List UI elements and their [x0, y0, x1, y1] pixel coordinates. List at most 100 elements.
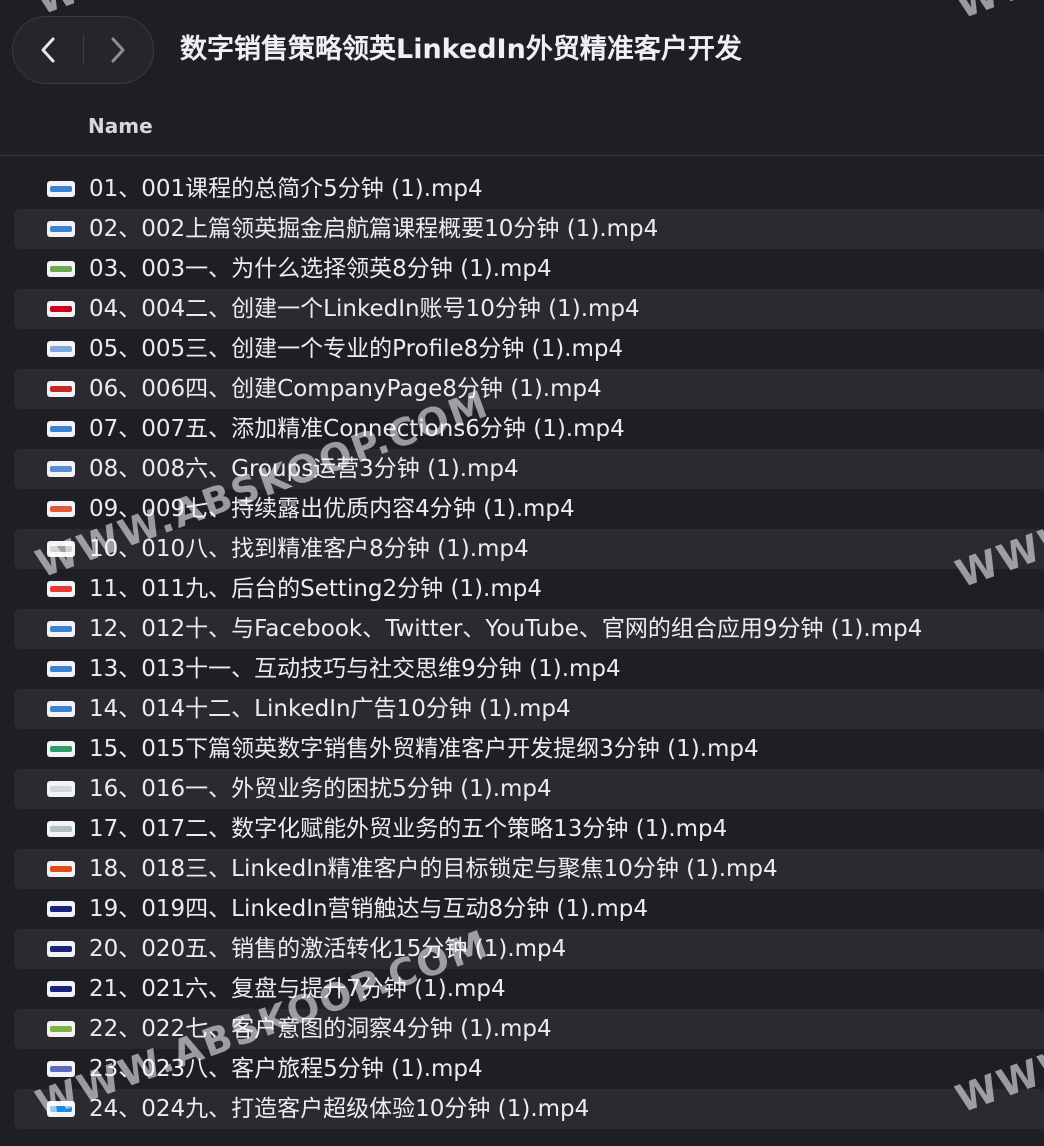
file-row[interactable]: 14、014十二、LinkedIn广告10分钟 (1).mp4: [0, 689, 1044, 729]
file-row[interactable]: 05、005三、创建一个专业的Profile8分钟 (1).mp4: [0, 329, 1044, 369]
video-file-icon: [47, 541, 75, 557]
file-name: 08、008六、Groups运营3分钟 (1).mp4: [89, 456, 519, 482]
video-thumbnail-strip: [50, 346, 72, 352]
video-file-icon: [47, 1061, 75, 1077]
file-name: 09、009七、持续露出优质内容4分钟 (1).mp4: [89, 496, 575, 522]
column-header-bar: Name: [0, 100, 1044, 156]
video-thumbnail-strip: [50, 226, 72, 232]
file-row[interactable]: 22、022七、客户意图的洞察4分钟 (1).mp4: [0, 1009, 1044, 1049]
video-file-icon: [47, 181, 75, 197]
file-row[interactable]: 13、013十一、互动技巧与社交思维9分钟 (1).mp4: [0, 649, 1044, 689]
file-name: 01、001课程的总简介5分钟 (1).mp4: [89, 176, 483, 202]
video-file-icon: [47, 1101, 75, 1117]
file-name: 05、005三、创建一个专业的Profile8分钟 (1).mp4: [89, 336, 624, 362]
video-thumbnail-strip: [50, 866, 72, 872]
video-file-icon: [47, 861, 75, 877]
video-thumbnail-strip: [50, 186, 72, 192]
file-row[interactable]: 07、007五、添加精准Connections6分钟 (1).mp4: [0, 409, 1044, 449]
video-file-icon: [47, 301, 75, 317]
file-name: 03、003一、为什么选择领英8分钟 (1).mp4: [89, 256, 552, 282]
file-row[interactable]: 20、020五、销售的激活转化15分钟 (1).mp4: [0, 929, 1044, 969]
file-row[interactable]: 01、001课程的总简介5分钟 (1).mp4: [0, 169, 1044, 209]
video-file-icon: [47, 781, 75, 797]
video-file-icon: [47, 221, 75, 237]
video-thumbnail-strip: [50, 426, 72, 432]
file-row[interactable]: 08、008六、Groups运营3分钟 (1).mp4: [0, 449, 1044, 489]
file-name: 04、004二、创建一个LinkedIn账号10分钟 (1).mp4: [89, 296, 640, 322]
file-row[interactable]: 11、011九、后台的Setting2分钟 (1).mp4: [0, 569, 1044, 609]
video-file-icon: [47, 261, 75, 277]
video-thumbnail-strip: [50, 786, 72, 792]
video-thumbnail-strip: [50, 266, 72, 272]
file-row[interactable]: 02、002上篇领英掘金启航篇课程概要10分钟 (1).mp4: [0, 209, 1044, 249]
file-name: 07、007五、添加精准Connections6分钟 (1).mp4: [89, 416, 625, 442]
video-file-icon: [47, 821, 75, 837]
video-file-icon: [47, 941, 75, 957]
file-name: 19、019四、LinkedIn营销触达与互动8分钟 (1).mp4: [89, 896, 649, 922]
file-row[interactable]: 03、003一、为什么选择领英8分钟 (1).mp4: [0, 249, 1044, 289]
navigation-buttons: [12, 16, 154, 84]
video-file-icon: [47, 661, 75, 677]
file-name: 10、010八、找到精准客户8分钟 (1).mp4: [89, 536, 529, 562]
video-thumbnail-strip: [50, 906, 72, 912]
video-thumbnail-strip: [50, 826, 72, 832]
video-thumbnail-strip: [50, 1026, 72, 1032]
back-button[interactable]: [13, 17, 83, 83]
file-name: 02、002上篇领英掘金启航篇课程概要10分钟 (1).mp4: [89, 216, 659, 242]
video-thumbnail-strip: [50, 306, 72, 312]
file-name: 12、012十、与Facebook、Twitter、YouTube、官网的组合应…: [89, 616, 923, 642]
forward-button[interactable]: [83, 17, 153, 83]
file-name: 18、018三、LinkedIn精准客户的目标锁定与聚焦10分钟 (1).mp4: [89, 856, 778, 882]
video-file-icon: [47, 701, 75, 717]
file-list: 01、001课程的总简介5分钟 (1).mp4 02、002上篇领英掘金启航篇课程…: [0, 169, 1044, 1129]
video-file-icon: [47, 421, 75, 437]
file-row[interactable]: 15、015下篇领英数字销售外贸精准客户开发提纲3分钟 (1).mp4: [0, 729, 1044, 769]
file-name: 20、020五、销售的激活转化15分钟 (1).mp4: [89, 936, 567, 962]
file-row[interactable]: 19、019四、LinkedIn营销触达与互动8分钟 (1).mp4: [0, 889, 1044, 929]
file-row[interactable]: 09、009七、持续露出优质内容4分钟 (1).mp4: [0, 489, 1044, 529]
file-row[interactable]: 17、017二、数字化赋能外贸业务的五个策略13分钟 (1).mp4: [0, 809, 1044, 849]
video-file-icon: [47, 621, 75, 637]
file-name: 14、014十二、LinkedIn广告10分钟 (1).mp4: [89, 696, 571, 722]
video-file-icon: [47, 741, 75, 757]
file-name: 06、006四、创建CompanyPage8分钟 (1).mp4: [89, 376, 602, 402]
file-name: 13、013十一、互动技巧与社交思维9分钟 (1).mp4: [89, 656, 621, 682]
file-row[interactable]: 04、004二、创建一个LinkedIn账号10分钟 (1).mp4: [0, 289, 1044, 329]
video-thumbnail-strip: [50, 626, 72, 632]
file-row[interactable]: 10、010八、找到精准客户8分钟 (1).mp4: [0, 529, 1044, 569]
video-thumbnail-strip: [50, 506, 72, 512]
video-file-icon: [47, 581, 75, 597]
file-row[interactable]: 16、016一、外贸业务的困扰5分钟 (1).mp4: [0, 769, 1044, 809]
video-thumbnail-strip: [50, 1106, 72, 1112]
file-row[interactable]: 21、021六、复盘与提升7分钟 (1).mp4: [0, 969, 1044, 1009]
video-thumbnail-strip: [50, 586, 72, 592]
file-row[interactable]: 24、024九、打造客户超级体验10分钟 (1).mp4: [0, 1089, 1044, 1129]
video-thumbnail-strip: [50, 706, 72, 712]
video-thumbnail-strip: [50, 466, 72, 472]
chevron-right-icon: [111, 37, 125, 63]
file-name: 22、022七、客户意图的洞察4分钟 (1).mp4: [89, 1016, 552, 1042]
window-title: 数字销售策略领英LinkedIn外贸精准客户开发: [180, 34, 742, 65]
video-thumbnail-strip: [50, 746, 72, 752]
video-thumbnail-strip: [50, 386, 72, 392]
video-file-icon: [47, 901, 75, 917]
video-file-icon: [47, 341, 75, 357]
video-file-icon: [47, 501, 75, 517]
file-row[interactable]: 06、006四、创建CompanyPage8分钟 (1).mp4: [0, 369, 1044, 409]
file-row[interactable]: 18、018三、LinkedIn精准客户的目标锁定与聚焦10分钟 (1).mp4: [0, 849, 1044, 889]
file-name: 11、011九、后台的Setting2分钟 (1).mp4: [89, 576, 542, 602]
video-thumbnail-strip: [50, 666, 72, 672]
file-name: 21、021六、复盘与提升7分钟 (1).mp4: [89, 976, 506, 1002]
file-name: 17、017二、数字化赋能外贸业务的五个策略13分钟 (1).mp4: [89, 816, 728, 842]
chevron-left-icon: [41, 37, 55, 63]
video-file-icon: [47, 981, 75, 997]
file-name: 15、015下篇领英数字销售外贸精准客户开发提纲3分钟 (1).mp4: [89, 736, 759, 762]
file-row[interactable]: 23、023八、客户旅程5分钟 (1).mp4: [0, 1049, 1044, 1089]
file-name: 23、023八、客户旅程5分钟 (1).mp4: [89, 1056, 483, 1082]
column-header-name[interactable]: Name: [88, 114, 153, 138]
toolbar: 数字销售策略领英LinkedIn外贸精准客户开发: [0, 0, 1044, 100]
video-thumbnail-strip: [50, 986, 72, 992]
video-thumbnail-strip: [50, 1066, 72, 1072]
file-row[interactable]: 12、012十、与Facebook、Twitter、YouTube、官网的组合应…: [0, 609, 1044, 649]
video-file-icon: [47, 1021, 75, 1037]
